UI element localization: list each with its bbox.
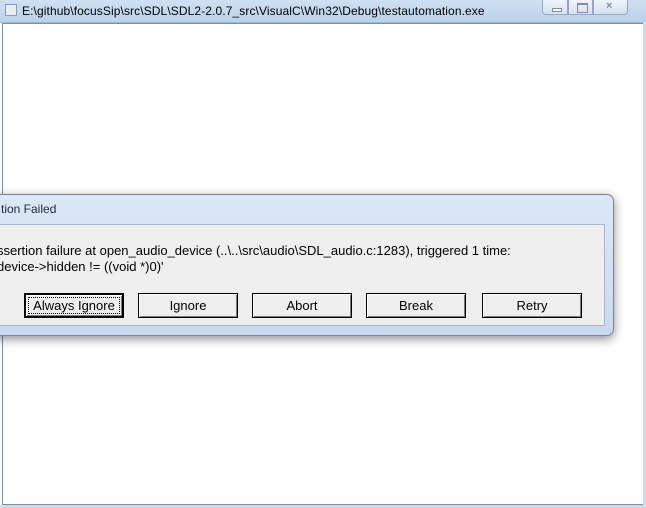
dialog-title: tion Failed: [1, 202, 57, 216]
caption-buttons: ×: [542, 0, 628, 15]
break-button[interactable]: Break: [366, 293, 466, 318]
assertion-message: ssertion failure at open_audio_device (.…: [0, 243, 511, 258]
title-bar[interactable]: E:\github\focusSip\src\SDL\SDL2-2.0.7_sr…: [0, 0, 646, 23]
abort-button[interactable]: Abort: [252, 293, 352, 318]
close-icon: ×: [606, 0, 613, 12]
window-title: E:\github\focusSip\src\SDL\SDL2-2.0.7_sr…: [22, 4, 485, 18]
dialog-body: ssertion failure at open_audio_device (.…: [0, 224, 605, 326]
app-icon: [5, 4, 17, 16]
maximize-icon: [577, 3, 588, 13]
ignore-button[interactable]: Ignore: [138, 293, 238, 318]
assertion-dialog: tion Failed ssertion failure at open_aud…: [0, 194, 614, 336]
always-ignore-button[interactable]: Always Ignore: [24, 293, 124, 318]
always-ignore-label: Always Ignore: [33, 298, 115, 313]
retry-button[interactable]: Retry: [482, 293, 582, 318]
close-button[interactable]: ×: [593, 0, 628, 15]
minimize-button[interactable]: [542, 0, 568, 15]
minimize-icon: [552, 8, 562, 12]
assertion-condition: device->hidden != ((void *)0)': [0, 259, 164, 274]
maximize-button[interactable]: [568, 0, 593, 15]
